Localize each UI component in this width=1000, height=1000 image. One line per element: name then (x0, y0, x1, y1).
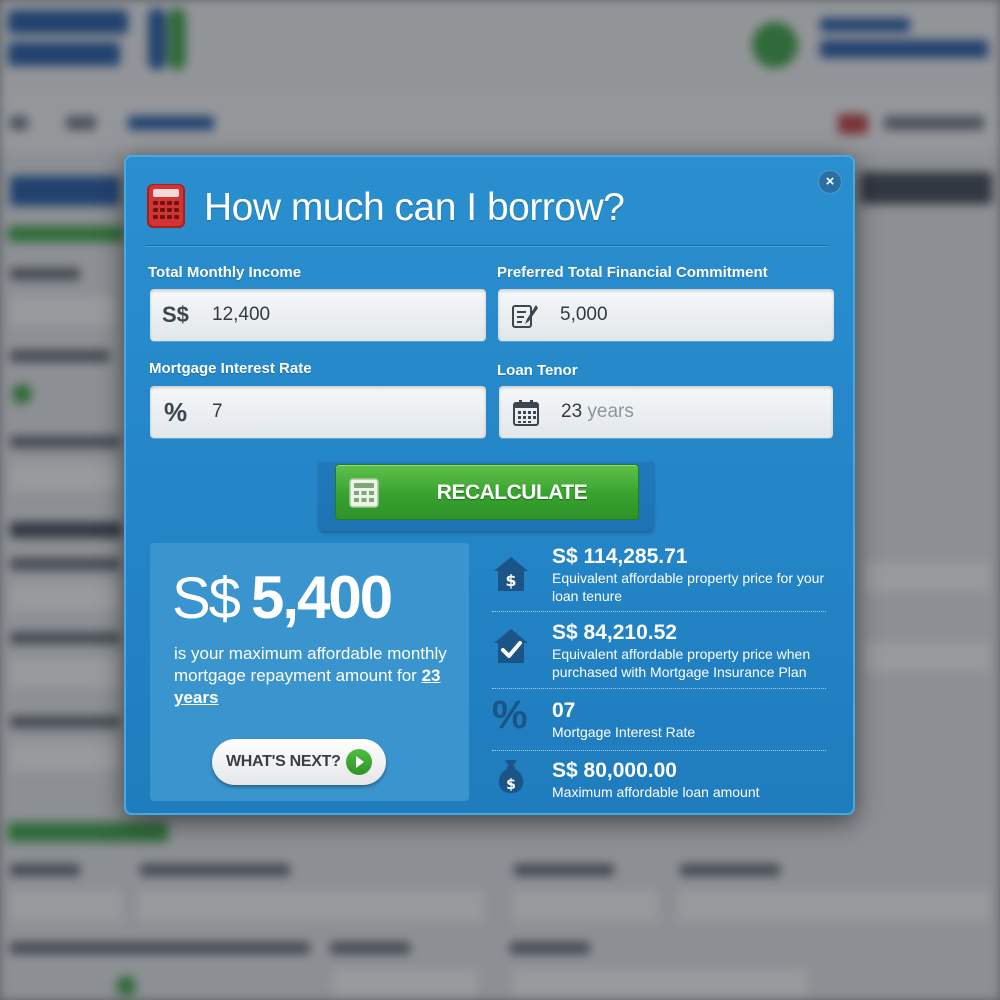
result-item-interest-rate: % 07 Mortgage Interest Rate (492, 695, 826, 747)
result-divider (492, 750, 826, 751)
recalculate-label: RECALCULATE (436, 481, 588, 504)
percent-icon: % (492, 693, 528, 737)
summary-panel: S$ 5,400 is your maximum affordable month… (150, 543, 469, 801)
tenor-value: 23 (561, 401, 583, 422)
commitment-label: Preferred Total Financial Commitment (497, 264, 768, 281)
result-description: Maximum affordable loan amount (552, 784, 760, 800)
result-item-loan-amount: $ S$ 80,000.00 Maximum affordable loan a… (492, 755, 826, 807)
interest-label: Mortgage Interest Rate (149, 360, 312, 377)
result-value: S$ 84,210.52 (552, 621, 677, 644)
calendar-icon (513, 400, 539, 426)
close-button[interactable]: × (818, 170, 842, 194)
house-dollar-icon: $ (494, 557, 528, 591)
commitment-field[interactable]: 5,000 (498, 289, 834, 341)
result-divider (492, 688, 826, 689)
play-arrow-icon (346, 749, 372, 775)
interest-value: 7 (212, 401, 223, 422)
income-label: Total Monthly Income (148, 264, 302, 281)
summary-amount: 5,400 (250, 564, 393, 631)
recalculate-bar: RECALCULATE (319, 462, 654, 531)
result-value: S$ 114,285.71 (552, 545, 688, 568)
calculator-icon (147, 184, 185, 228)
tenor-value-group: 23 years (561, 386, 634, 438)
percent-prefix: % (164, 397, 188, 427)
svg-text:$: $ (505, 571, 516, 590)
result-description: Equivalent affordable property price whe… (552, 646, 811, 680)
title-divider (146, 245, 828, 247)
result-value: S$ 80,000.00 (552, 759, 677, 782)
whats-next-label: WHAT'S NEXT? (226, 753, 341, 770)
income-field[interactable]: S$ 12,400 (150, 289, 486, 341)
borrow-calculator-modal: × How much can I borrow? Total Monthly I… (124, 155, 855, 815)
result-value: 07 (552, 699, 576, 722)
result-item-property-price: $ S$ 114,285.71 Equivalent affordable pr… (492, 543, 826, 609)
calculator-icon (349, 478, 379, 508)
interest-field[interactable]: % 7 (150, 386, 486, 438)
money-bag-icon: $ (498, 760, 524, 793)
house-check-icon (494, 629, 528, 663)
modal-title: How much can I borrow? (204, 186, 625, 229)
summary-text: is your maximum affordable monthly mortg… (174, 644, 447, 685)
currency-prefix: S$ (162, 302, 189, 327)
summary-description: is your maximum affordable monthly mortg… (174, 643, 464, 709)
tenor-field[interactable]: 23 years (499, 386, 833, 438)
tenor-suffix: years (587, 401, 634, 422)
tenor-label: Loan Tenor (497, 362, 578, 379)
whats-next-button[interactable]: WHAT'S NEXT? (212, 739, 386, 785)
document-pen-icon (512, 305, 538, 328)
result-description: Equivalent affordable property price for… (552, 570, 825, 604)
result-description: Mortgage Interest Rate (552, 724, 696, 740)
result-divider (492, 611, 826, 612)
recalculate-button[interactable]: RECALCULATE (335, 464, 639, 520)
result-item-mip-property-price: S$ 84,210.52 Equivalent affordable prope… (492, 617, 826, 683)
income-value: 12,400 (212, 304, 271, 325)
max-repayment-amount: S$ 5,400 (172, 561, 462, 635)
commitment-value: 5,000 (560, 304, 608, 325)
svg-text:$: $ (506, 777, 516, 793)
summary-currency: S$ (172, 566, 241, 631)
